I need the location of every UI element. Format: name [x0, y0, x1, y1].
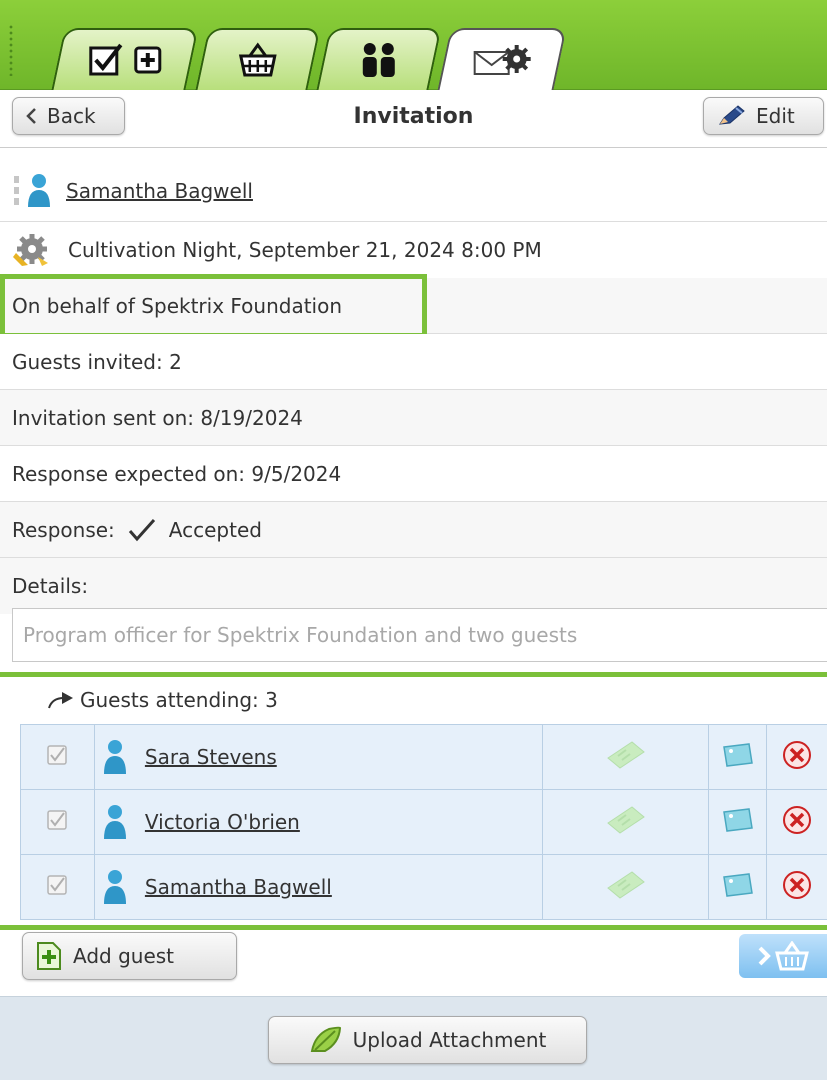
- guests-attending-text: Guests attending: 3: [80, 688, 278, 712]
- guest-checkbox[interactable]: [47, 745, 68, 765]
- constituent-name-link[interactable]: Samantha Bagwell: [66, 179, 253, 203]
- guest-name-cell: Sara Stevens: [93, 724, 544, 790]
- edit-button[interactable]: Edit: [703, 97, 824, 135]
- guest-delete-cell: [766, 724, 827, 790]
- guest-checkbox-cell: [20, 854, 95, 920]
- event-text: Cultivation Night, September 21, 2024 8:…: [68, 238, 542, 262]
- edit-button-label: Edit: [756, 104, 795, 128]
- top-tab-bar: [0, 0, 827, 91]
- envelope-gear-icon: [473, 44, 531, 75]
- invitation-sent-text: Invitation sent on: 8/19/2024: [12, 405, 303, 430]
- event-gear-icon: [13, 234, 48, 266]
- tag-icon[interactable]: [721, 871, 755, 899]
- drag-handle-icon: [14, 175, 19, 205]
- guest-ticket-cell: [542, 724, 710, 790]
- guest-tag-cell: [708, 854, 768, 920]
- checkmark-icon: [128, 518, 155, 541]
- ticket-icon[interactable]: [604, 870, 648, 900]
- guest-name-link[interactable]: Sara Stevens: [145, 745, 277, 769]
- guest-name-link[interactable]: Samantha Bagwell: [145, 875, 332, 899]
- delete-icon[interactable]: [782, 805, 812, 835]
- guest-name-link[interactable]: Victoria O'brien: [145, 810, 300, 834]
- plus-box-icon: [134, 46, 162, 74]
- guests-invited-row: Guests invited: 2: [0, 334, 827, 390]
- guest-row: Victoria O'brien: [20, 789, 827, 855]
- guest-checkbox[interactable]: [47, 810, 68, 830]
- details-row: Details:: [0, 558, 827, 614]
- on-behalf-row: On behalf of Spektrix Foundation: [0, 278, 827, 334]
- guest-delete-cell: [766, 854, 827, 920]
- person-icon: [103, 805, 126, 839]
- guest-row: Sara Stevens: [20, 724, 827, 790]
- response-expected-row: Response expected on: 9/5/2024: [0, 446, 827, 502]
- pencil-icon: [718, 105, 745, 125]
- share-arrow-icon: [48, 692, 73, 709]
- checkbox-icon: [89, 43, 123, 76]
- grip-handle[interactable]: [8, 24, 14, 76]
- add-guest-label: Add guest: [73, 944, 175, 968]
- add-guest-button[interactable]: Add guest: [22, 932, 237, 980]
- guest-checkbox[interactable]: [47, 875, 68, 895]
- guest-tag-cell: [708, 724, 768, 790]
- add-document-icon: [37, 942, 61, 970]
- chevron-right-icon: [758, 946, 771, 966]
- response-value: Accepted: [168, 517, 262, 542]
- page-header: Back Invitation Edit: [0, 90, 827, 148]
- upload-attachment-label: Upload Attachment: [352, 1028, 547, 1052]
- guest-ticket-cell: [542, 854, 710, 920]
- person-icon: [103, 870, 126, 904]
- guests-attending-header: Guests attending: 3: [46, 688, 278, 712]
- tab-basket[interactable]: [195, 28, 321, 90]
- upload-attachment-button[interactable]: Upload Attachment: [268, 1016, 587, 1064]
- details-label: Details:: [12, 574, 89, 598]
- guest-checkbox-cell: [20, 724, 95, 790]
- guests-table: Sara Stevens Victoria O'brien Samantha B…: [20, 724, 827, 920]
- response-row: Response: Accepted: [0, 502, 827, 558]
- response-label: Response:: [12, 517, 115, 542]
- person-icon: [103, 740, 126, 774]
- details-text-field[interactable]: Program officer for Spektrix Foundation …: [12, 608, 827, 662]
- ticket-icon[interactable]: [604, 740, 648, 770]
- on-behalf-text: On behalf of Spektrix Foundation: [12, 293, 343, 318]
- tag-icon[interactable]: [721, 806, 755, 834]
- people-icon: [362, 43, 395, 77]
- folder-leaf-icon: [310, 1026, 341, 1052]
- event-row: Cultivation Night, September 21, 2024 8:…: [0, 222, 827, 278]
- invitation-sent-row: Invitation sent on: 8/19/2024: [0, 390, 827, 446]
- constituent-row: Samantha Bagwell: [0, 160, 827, 222]
- guest-ticket-cell: [542, 789, 710, 855]
- guests-invited-text: Guests invited: 2: [12, 349, 182, 374]
- proceed-to-basket-button[interactable]: [739, 934, 827, 978]
- guest-checkbox-cell: [20, 789, 95, 855]
- guest-name-cell: Victoria O'brien: [93, 789, 544, 855]
- tag-icon[interactable]: [721, 741, 755, 769]
- guest-tag-cell: [708, 789, 768, 855]
- delete-icon[interactable]: [782, 740, 812, 770]
- guest-row: Samantha Bagwell: [20, 854, 827, 920]
- ticket-icon[interactable]: [604, 805, 648, 835]
- basket-icon: [775, 941, 809, 971]
- tab-tasks[interactable]: [51, 28, 199, 90]
- guest-name-cell: Samantha Bagwell: [93, 854, 544, 920]
- response-expected-text: Response expected on: 9/5/2024: [12, 461, 342, 486]
- tab-invitations[interactable]: [437, 28, 567, 91]
- tab-people[interactable]: [316, 28, 442, 90]
- basket-icon: [238, 42, 277, 77]
- guest-delete-cell: [766, 789, 827, 855]
- person-icon: [28, 173, 50, 207]
- delete-icon[interactable]: [782, 870, 812, 900]
